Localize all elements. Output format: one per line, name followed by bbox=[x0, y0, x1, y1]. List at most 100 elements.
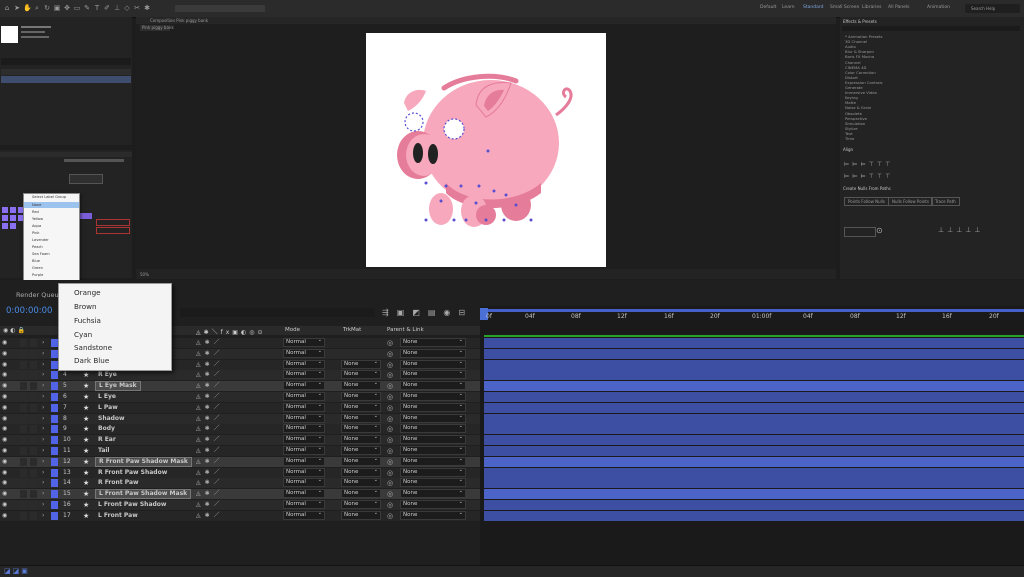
swatch-purple[interactable] bbox=[2, 215, 8, 221]
parent-select[interactable]: None bbox=[400, 348, 466, 358]
extra-panel-field[interactable] bbox=[844, 227, 876, 237]
layer-switch-box[interactable] bbox=[30, 360, 37, 369]
parent-pickwhip-icon[interactable]: ◎ bbox=[387, 435, 393, 446]
layer-switch-icons[interactable]: ◬✱／ bbox=[196, 349, 224, 360]
parent-pickwhip-icon[interactable]: ◎ bbox=[387, 414, 393, 425]
parent-select[interactable]: None bbox=[400, 402, 466, 412]
layer-label-color[interactable] bbox=[51, 414, 58, 423]
layer-duration-bar[interactable] bbox=[484, 435, 1024, 446]
blend-mode-select[interactable]: Normal bbox=[283, 434, 325, 445]
parent-pickwhip-icon[interactable]: ◎ bbox=[387, 349, 393, 360]
track-matte-select[interactable]: None bbox=[341, 488, 381, 499]
parent-select[interactable]: None bbox=[400, 445, 466, 455]
rotate-tool-icon[interactable]: ↻ bbox=[43, 4, 51, 12]
expand-chevron-icon[interactable]: › bbox=[42, 435, 44, 446]
visibility-eye-icon[interactable]: ◉ bbox=[2, 372, 8, 378]
pan-behind-icon[interactable]: ✥ bbox=[63, 4, 71, 12]
layer-label-color[interactable] bbox=[51, 425, 58, 434]
effects-search-input[interactable] bbox=[842, 26, 1020, 31]
layer-switch-box[interactable] bbox=[20, 414, 27, 423]
layer-name[interactable]: Shadow bbox=[95, 414, 128, 424]
layer-label-color[interactable] bbox=[51, 501, 58, 509]
comp-subtab[interactable]: Pink piggy bank bbox=[140, 25, 174, 31]
visibility-eye-icon[interactable]: ◉ bbox=[2, 394, 8, 400]
workspace-1[interactable]: Learn bbox=[782, 5, 795, 10]
layer-duration-bar[interactable] bbox=[484, 424, 1024, 435]
target-icon[interactable]: ⊙ bbox=[876, 226, 883, 235]
layer-switch-box[interactable] bbox=[20, 490, 27, 499]
layer-row[interactable]: ◉ › 17 ★ L Front Paw ◬✱／ Normal None ◎ None bbox=[0, 510, 480, 522]
swatch-purple[interactable] bbox=[2, 223, 8, 229]
layer-switch-icons[interactable]: ◬✱／ bbox=[196, 457, 224, 468]
blend-mode-select[interactable]: Normal bbox=[283, 477, 325, 488]
track-matte-select[interactable]: None bbox=[341, 402, 381, 412]
layer-name[interactable]: R Eye bbox=[95, 370, 120, 380]
layer-switch-icons[interactable]: ◬✱／ bbox=[196, 435, 224, 446]
layer-name[interactable]: R Front Paw Shadow bbox=[95, 468, 170, 478]
layer-switch-box[interactable] bbox=[20, 403, 27, 412]
align-icons[interactable]: ⊨⊨⊨⊤⊤⊤ bbox=[844, 161, 893, 168]
layer-switch-box[interactable] bbox=[30, 382, 37, 391]
swatch-purple[interactable] bbox=[10, 207, 16, 213]
label-menu-item[interactable]: Select Label Group bbox=[32, 195, 66, 199]
left-panel-tabs[interactable] bbox=[0, 152, 132, 157]
layer-label-color[interactable] bbox=[51, 371, 58, 380]
track-matte-select[interactable]: None bbox=[341, 477, 381, 488]
parent-pickwhip-icon[interactable]: ◎ bbox=[387, 403, 393, 414]
layer-duration-bar[interactable] bbox=[484, 456, 1024, 467]
layer-name[interactable]: R Ear bbox=[95, 435, 119, 445]
layer-switch-box[interactable] bbox=[20, 436, 27, 445]
expand-chevron-icon[interactable]: › bbox=[42, 457, 44, 468]
layer-switch-box[interactable] bbox=[20, 371, 27, 380]
layer-label-color[interactable] bbox=[51, 360, 58, 369]
layer-switch-box[interactable] bbox=[30, 403, 37, 412]
track-matte-select[interactable]: None bbox=[341, 499, 381, 509]
expand-chevron-icon[interactable]: › bbox=[42, 403, 44, 414]
visibility-eye-icon[interactable]: ◉ bbox=[2, 480, 8, 486]
layer-label-color[interactable] bbox=[51, 339, 58, 347]
layer-duration-bar[interactable] bbox=[484, 467, 1024, 478]
layer-switch-box[interactable] bbox=[30, 371, 37, 380]
swatch-purple[interactable] bbox=[10, 215, 16, 221]
blend-mode-select[interactable]: Normal bbox=[283, 488, 325, 499]
layer-duration-bar[interactable] bbox=[484, 500, 1024, 510]
swatch-purple[interactable] bbox=[10, 223, 16, 229]
blend-mode-select[interactable]: Normal bbox=[283, 456, 325, 466]
layer-label-color[interactable] bbox=[51, 403, 58, 412]
parent-select[interactable]: None bbox=[400, 380, 466, 391]
label-chip[interactable] bbox=[80, 213, 92, 219]
hand-tool-icon[interactable]: ✋ bbox=[23, 4, 32, 12]
blend-mode-select[interactable]: Normal bbox=[283, 423, 325, 434]
layer-duration-bar[interactable] bbox=[484, 446, 1024, 456]
track-matte-select[interactable]: None bbox=[341, 359, 381, 369]
layer-label-color[interactable] bbox=[51, 511, 58, 520]
layer-search-input[interactable] bbox=[180, 308, 375, 317]
layer-switch-icons[interactable]: ◬✱／ bbox=[196, 360, 224, 371]
comp-canvas[interactable] bbox=[366, 33, 606, 267]
layer-label-color[interactable] bbox=[51, 479, 58, 488]
parent-pickwhip-icon[interactable]: ◎ bbox=[387, 468, 393, 479]
parent-pickwhip-icon[interactable]: ◎ bbox=[387, 511, 393, 522]
track-matte-select[interactable]: None bbox=[341, 413, 381, 423]
blend-mode-select[interactable]: Normal bbox=[283, 391, 325, 401]
points-follow-nulls-button[interactable]: Points Follow Nulls bbox=[844, 197, 889, 206]
layer-switch-icons[interactable]: ◬✱／ bbox=[196, 414, 224, 425]
workspace-4[interactable]: Libraries bbox=[862, 5, 881, 10]
layer-switch-box[interactable] bbox=[30, 511, 37, 520]
label-chip-outline[interactable] bbox=[96, 219, 130, 226]
workspace-0[interactable]: Default bbox=[760, 5, 776, 10]
color-menu-item-dark-blue[interactable]: Dark Blue bbox=[74, 356, 109, 365]
expand-chevron-icon[interactable]: › bbox=[42, 370, 44, 381]
layer-label-color[interactable] bbox=[51, 393, 58, 401]
layer-switch-box[interactable] bbox=[20, 457, 27, 466]
expand-chevron-icon[interactable]: › bbox=[42, 414, 44, 425]
layer-duration-bar[interactable] bbox=[484, 392, 1024, 402]
color-menu-item-orange[interactable]: Orange bbox=[74, 288, 101, 297]
label-menu-item[interactable]: Peach bbox=[32, 245, 43, 249]
label-menu-item[interactable]: Red bbox=[32, 210, 39, 214]
blend-mode-select[interactable]: Normal bbox=[283, 413, 325, 423]
roto-tool-icon[interactable]: ✂ bbox=[133, 4, 141, 12]
layer-switch-box[interactable] bbox=[30, 436, 37, 445]
blend-mode-select[interactable]: Normal bbox=[283, 369, 325, 380]
label-menu-item[interactable]: Purple bbox=[32, 273, 43, 277]
